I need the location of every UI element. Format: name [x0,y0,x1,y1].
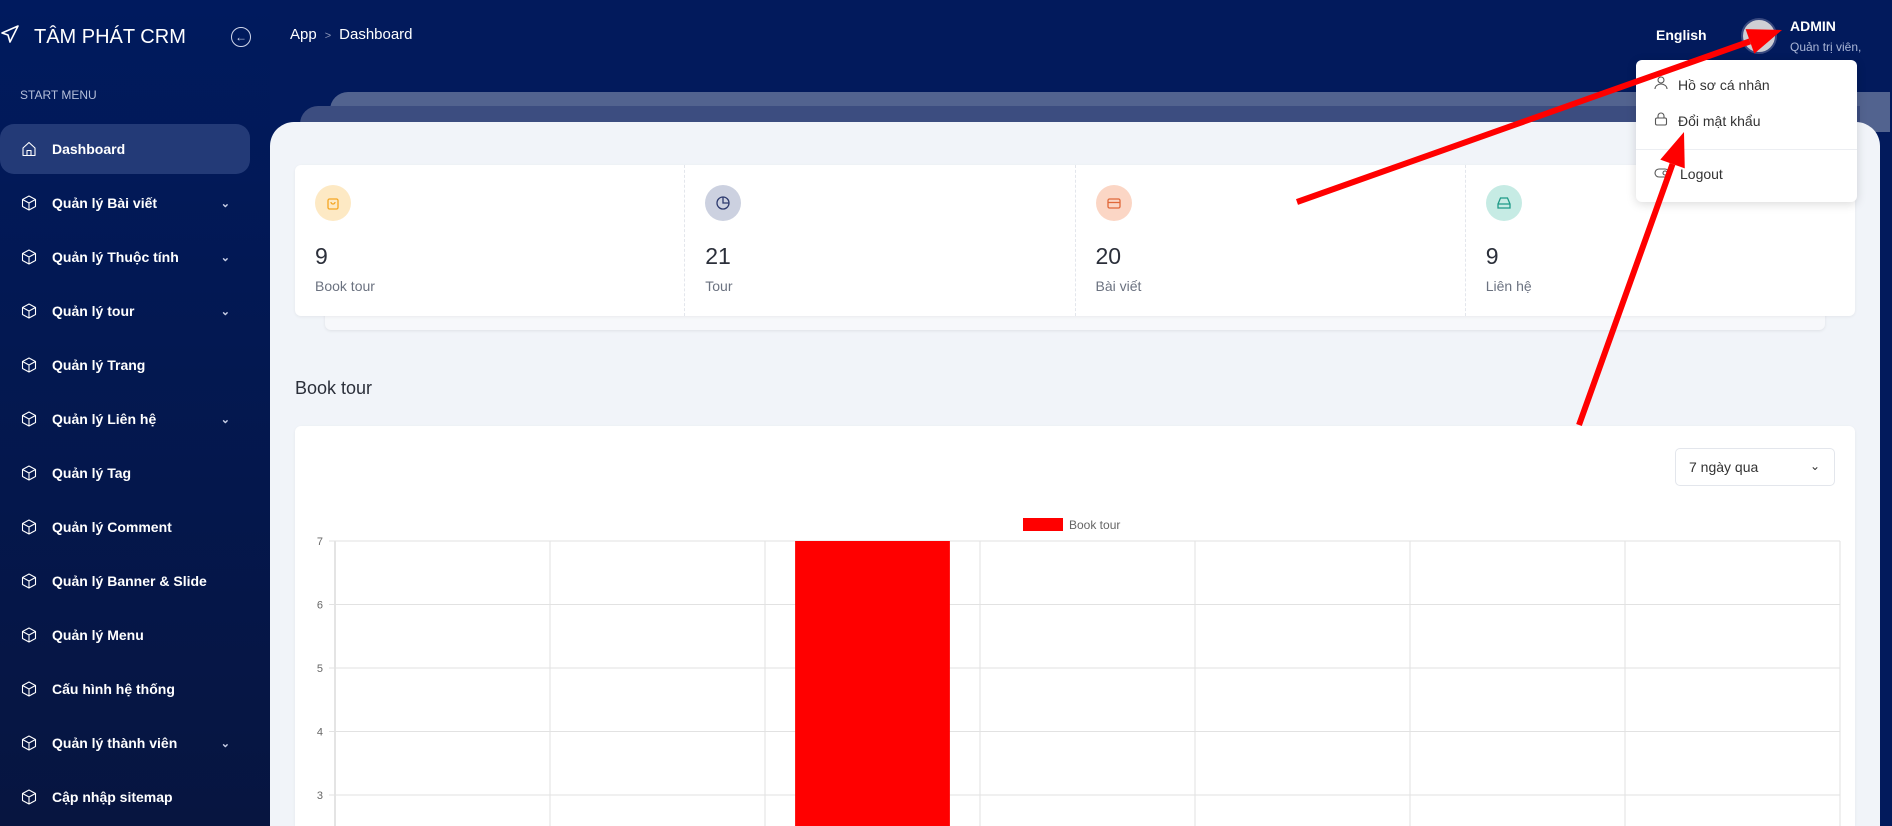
sidebar-item[interactable]: Quản lý Tag [0,448,250,498]
chevron-down-icon: ⌄ [220,413,230,426]
chevron-right-icon: > [324,30,332,42]
stat-label: Bài viết [1095,278,1142,294]
sidebar-item[interactable]: Quản lý Trang [0,340,250,390]
legend-swatch [1023,518,1063,531]
rocket-icon [0,24,20,50]
bar [795,541,950,826]
sidebar-item[interactable]: Quản lý Menu [0,610,250,660]
collapse-sidebar-button[interactable]: ← [231,27,251,47]
breadcrumb: App > Dashboard [290,26,413,43]
cube-icon [20,302,38,320]
cube-icon [20,788,38,806]
sidebar-item-label: Quản lý Trang [52,357,146,373]
sidebar-item[interactable]: Quản lý thành viên ⌄ [0,718,250,768]
brand-name: TÂM PHÁT CRM [34,25,186,48]
user-role: Quản trị viên, [1790,40,1862,54]
section-label: START MENU [20,88,97,102]
inbox-icon [1485,185,1522,221]
sidebar-item-label: Cập nhập sitemap [52,789,173,805]
toggle-icon [1654,166,1670,182]
cube-icon [20,680,38,698]
cube-icon [20,410,38,428]
chevron-down-icon: ⌄ [220,251,230,264]
arrow-left-icon: ← [235,30,247,44]
breadcrumb-app[interactable]: App [290,26,317,43]
menu-item-logout[interactable]: Logout [1654,166,1723,182]
user-dropdown: Hồ sơ cá nhân Đổi mật khẩu Logout [1636,60,1857,202]
menu-item-profile[interactable]: Hồ sơ cá nhân [1654,76,1770,93]
main-content: 9 Book tour 21 Tour 20 Bài viết 9 Liên hệ Book … [270,122,1880,826]
stat-label: Liên hệ [1485,278,1532,294]
sidebar-item-label: Quản lý tour [52,303,135,319]
menu-item-label: Đổi mật khẩu [1678,112,1761,129]
home-icon [20,140,38,158]
sidebar-item-label: Quản lý Banner & Slide [52,573,207,589]
pie-chart-icon [705,185,742,221]
y-tick-label: 3 [317,790,323,802]
sidebar-item[interactable]: Quản lý Thuộc tính ⌄ [0,232,250,282]
avatar[interactable] [1741,18,1777,54]
sidebar-item[interactable]: Cấu hình hệ thống [0,664,250,714]
chevron-down-icon: ⌄ [220,305,230,318]
breadcrumb-dashboard: Dashboard [339,26,413,43]
sidebar-item-label: Quản lý Liên hệ [52,411,157,427]
sidebar: TÂM PHÁT CRM ← START MENU Dashboard Quản … [0,0,270,826]
divider [1636,149,1857,150]
stat-item: 20 Bài viết [1076,165,1466,316]
legend-label: Book tour [1069,518,1120,532]
user-name[interactable]: ADMIN [1790,18,1836,34]
stats-card: 9 Book tour 21 Tour 20 Bài viết 9 Liên hệ [295,165,1855,316]
cube-icon [20,194,38,212]
cube-icon [20,356,38,374]
menu-item-label: Hồ sơ cá nhân [1678,76,1770,93]
y-tick-label: 6 [317,600,323,612]
cube-icon [20,626,38,644]
sidebar-item[interactable]: Quản lý tour ⌄ [0,286,250,336]
sidebar-item-label: Cấu hình hệ thống [52,681,175,697]
sidebar-item-label: Quản lý Menu [52,627,144,643]
stat-item: 21 Tour [685,165,1076,316]
sidebar-item-label: Dashboard [52,141,126,157]
stat-item: 9 Book tour [295,165,686,316]
cube-icon [20,572,38,590]
stat-value: 21 [705,243,731,269]
menu-item-label: Logout [1680,166,1723,182]
y-tick-label: 7 [317,536,323,548]
sidebar-item-label: Quản lý Thuộc tính [52,249,179,265]
y-tick-label: 4 [317,727,323,739]
cube-icon [20,248,38,266]
sidebar-item[interactable]: Quản lý Liên hệ ⌄ [0,394,250,444]
stat-label: Book tour [315,278,375,294]
shopping-bag-icon [315,185,351,221]
brand[interactable]: TÂM PHÁT CRM [0,22,186,52]
sidebar-menu: Dashboard Quản lý Bài viết ⌄ Quản lý Thuộc … [0,124,250,826]
chevron-down-icon: ⌄ [220,737,230,750]
stat-label: Tour [705,278,733,294]
cube-icon [20,734,38,752]
chart-card: 7 ngày qua ⌄ 3 4 5 6 7 Book tour [295,426,1855,826]
cube-icon [20,518,38,536]
sidebar-item[interactable]: Quản lý Bài viết ⌄ [0,178,250,228]
menu-item-change-password[interactable]: Đổi mật khẩu [1654,112,1760,129]
y-tick-label: 5 [317,663,323,675]
sidebar-item-label: Quản lý Bài viết [52,195,158,211]
sidebar-item-label: Quản lý Comment [52,519,172,535]
stat-value: 9 [315,243,328,269]
section-title: Book tour [295,378,373,398]
chevron-down-icon: ⌄ [220,197,230,210]
sidebar-item[interactable]: Dashboard [0,124,250,174]
sidebar-item-label: Quản lý Tag [52,465,132,481]
lock-icon [1654,112,1668,129]
language-switcher[interactable]: English [1656,27,1707,43]
stat-value: 20 [1095,243,1122,269]
user-icon [1654,76,1668,93]
cube-icon [20,464,38,482]
sidebar-item[interactable]: Quản lý Comment [0,502,250,552]
sidebar-item-label: Quản lý thành viên [52,735,178,751]
sidebar-item[interactable]: Quản lý Banner & Slide [0,556,250,606]
credit-card-icon [1095,185,1132,221]
stat-value: 9 [1485,243,1499,269]
sidebar-item[interactable]: Cập nhập sitemap [0,772,250,822]
bar-chart: 3 4 5 6 7 Book tour [317,518,1841,826]
